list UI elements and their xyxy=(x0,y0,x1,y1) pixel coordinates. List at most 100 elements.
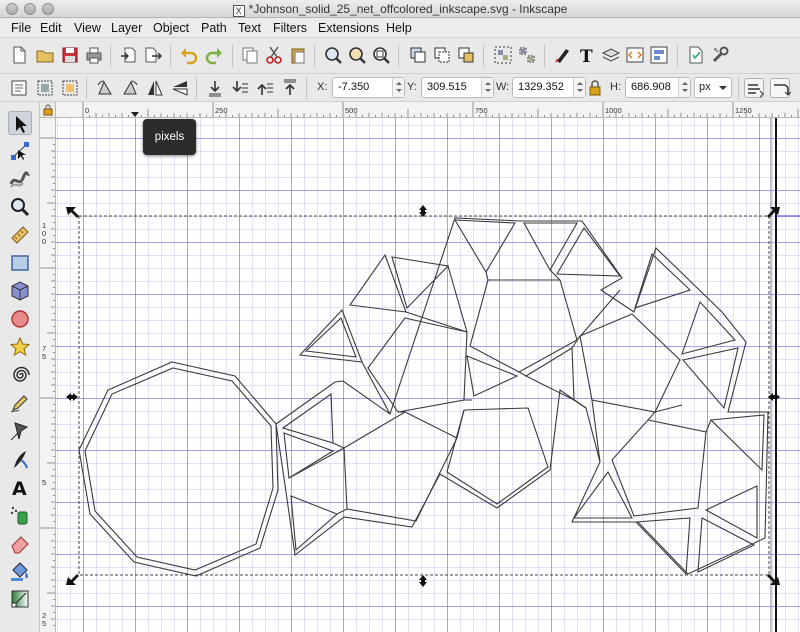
3d-box-tool-icon[interactable] xyxy=(8,279,32,303)
clone-icon[interactable] xyxy=(432,45,452,65)
horizontal-ruler[interactable]: 0 250 500 750 1000 1250 xyxy=(56,102,800,118)
toolbar-separator xyxy=(306,77,307,99)
height-spin-arrows[interactable] xyxy=(678,78,690,97)
ungroup-icon[interactable] xyxy=(517,45,537,65)
paint-bucket-tool-icon[interactable] xyxy=(8,559,32,583)
vertical-ruler[interactable]: 1 0 0 7 5 5 2 5 xyxy=(40,118,56,632)
node-tool-icon[interactable] xyxy=(8,139,32,163)
select-all-layers-icon[interactable] xyxy=(35,78,55,98)
toolbar-separator xyxy=(170,45,171,67)
scale-stroke-icon[interactable] xyxy=(744,78,764,98)
copy-icon[interactable] xyxy=(240,45,260,65)
zoom-drawing-icon[interactable] xyxy=(347,45,367,65)
paste-icon[interactable] xyxy=(288,45,308,65)
toolbar-separator xyxy=(483,45,484,67)
duplicate-icon[interactable] xyxy=(408,45,428,65)
rectangle-tool-icon[interactable] xyxy=(8,251,32,275)
group-icon[interactable] xyxy=(493,45,513,65)
rotate-cw-icon[interactable] xyxy=(120,78,140,98)
deselect-icon[interactable] xyxy=(60,78,80,98)
width-input[interactable]: 1329.352 xyxy=(512,77,586,98)
tooltip: pixels xyxy=(143,119,196,155)
gradient-tool-icon[interactable] xyxy=(8,587,32,611)
window-title: *Johnson_solid_25_net_offcolored_inkscap… xyxy=(248,2,568,16)
net-outer-outline xyxy=(275,217,769,575)
menu-path[interactable]: Path xyxy=(201,21,227,35)
menu-text[interactable]: Text xyxy=(238,21,261,35)
align-distribute-icon[interactable] xyxy=(649,45,669,65)
zoom-tool-icon[interactable] xyxy=(8,195,32,219)
menu-layer[interactable]: Layer xyxy=(111,21,142,35)
export-icon[interactable] xyxy=(143,45,163,65)
spiral-tool-icon[interactable] xyxy=(8,363,32,387)
y-spin-arrows[interactable] xyxy=(481,78,493,97)
unlink-clone-icon[interactable] xyxy=(456,45,476,65)
lock-proportions-icon[interactable] xyxy=(587,79,603,97)
vruler-label-5: 5 xyxy=(42,352,47,361)
menu-file[interactable]: File xyxy=(11,21,31,35)
zoom-selection-icon[interactable] xyxy=(323,45,343,65)
measure-tool-icon[interactable] xyxy=(8,223,32,247)
pen-tool-icon[interactable] xyxy=(8,419,32,443)
star-tool-icon[interactable] xyxy=(8,335,32,359)
fill-stroke-icon[interactable] xyxy=(553,45,573,65)
pencil-tool-icon[interactable] xyxy=(8,391,32,415)
toolbar-separator xyxy=(398,45,399,67)
text-font-icon[interactable]: T xyxy=(577,45,597,65)
menu-help[interactable]: Help xyxy=(386,21,412,35)
toolbar-separator xyxy=(544,45,545,67)
toolbar-separator xyxy=(196,77,197,99)
menu-filters[interactable]: Filters xyxy=(273,21,307,35)
y-coordinate-input[interactable]: 309.515 xyxy=(421,77,494,98)
select-all-icon[interactable] xyxy=(9,78,29,98)
ruler-label-250: 250 xyxy=(215,106,228,115)
lower-icon[interactable] xyxy=(230,78,250,98)
save-icon[interactable] xyxy=(60,45,80,65)
vruler-label-5b: 5 xyxy=(42,478,47,487)
spray-tool-icon[interactable] xyxy=(8,503,32,527)
raise-to-top-icon[interactable] xyxy=(280,78,300,98)
x-coordinate-input[interactable]: -7.350 xyxy=(332,77,405,98)
cut-icon[interactable] xyxy=(264,45,284,65)
raise-icon[interactable] xyxy=(255,78,275,98)
triangle-face xyxy=(466,355,519,397)
eraser-tool-icon[interactable] xyxy=(8,531,32,555)
triangle-face xyxy=(709,414,765,472)
xml-editor-icon[interactable] xyxy=(625,45,645,65)
undo-icon[interactable] xyxy=(179,45,199,65)
document-properties-icon[interactable] xyxy=(686,45,706,65)
x11-logo-icon: X xyxy=(232,5,245,17)
ruler-label-1000: 1000 xyxy=(605,106,622,115)
flip-horizontal-icon[interactable] xyxy=(145,78,165,98)
print-icon[interactable] xyxy=(84,45,104,65)
import-icon[interactable] xyxy=(119,45,139,65)
preferences-icon[interactable] xyxy=(710,45,730,65)
width-spin-arrows[interactable] xyxy=(573,78,585,97)
rotate-ccw-icon[interactable] xyxy=(95,78,115,98)
open-document-icon[interactable] xyxy=(35,45,55,65)
lower-to-bottom-icon[interactable] xyxy=(205,78,225,98)
height-input[interactable]: 686.908 xyxy=(625,77,691,98)
calligraphy-tool-icon[interactable] xyxy=(8,447,32,471)
y-coordinate-value: 309.515 xyxy=(427,81,467,93)
flip-vertical-icon[interactable] xyxy=(170,78,190,98)
menu-view[interactable]: View xyxy=(74,21,101,35)
unit-select[interactable]: px xyxy=(694,77,732,98)
layers-icon[interactable] xyxy=(601,45,621,65)
zoom-page-icon[interactable] xyxy=(371,45,391,65)
x-spin-arrows[interactable] xyxy=(392,78,404,97)
vruler-label-5c: 5 xyxy=(42,619,47,628)
triangle-face xyxy=(349,253,407,313)
menu-object[interactable]: Object xyxy=(153,21,189,35)
text-tool-icon[interactable]: A xyxy=(8,475,32,499)
ellipse-tool-icon[interactable] xyxy=(8,307,32,331)
triangle-face xyxy=(704,485,758,539)
menu-extensions[interactable]: Extensions xyxy=(318,21,379,35)
drawing-canvas[interactable] xyxy=(56,118,800,632)
redo-icon[interactable] xyxy=(204,45,224,65)
new-document-icon[interactable] xyxy=(9,45,29,65)
scale-corners-icon[interactable] xyxy=(770,78,791,98)
tweak-tool-icon[interactable] xyxy=(8,167,32,191)
selector-tool-icon[interactable] xyxy=(8,111,32,135)
menu-edit[interactable]: Edit xyxy=(40,21,62,35)
